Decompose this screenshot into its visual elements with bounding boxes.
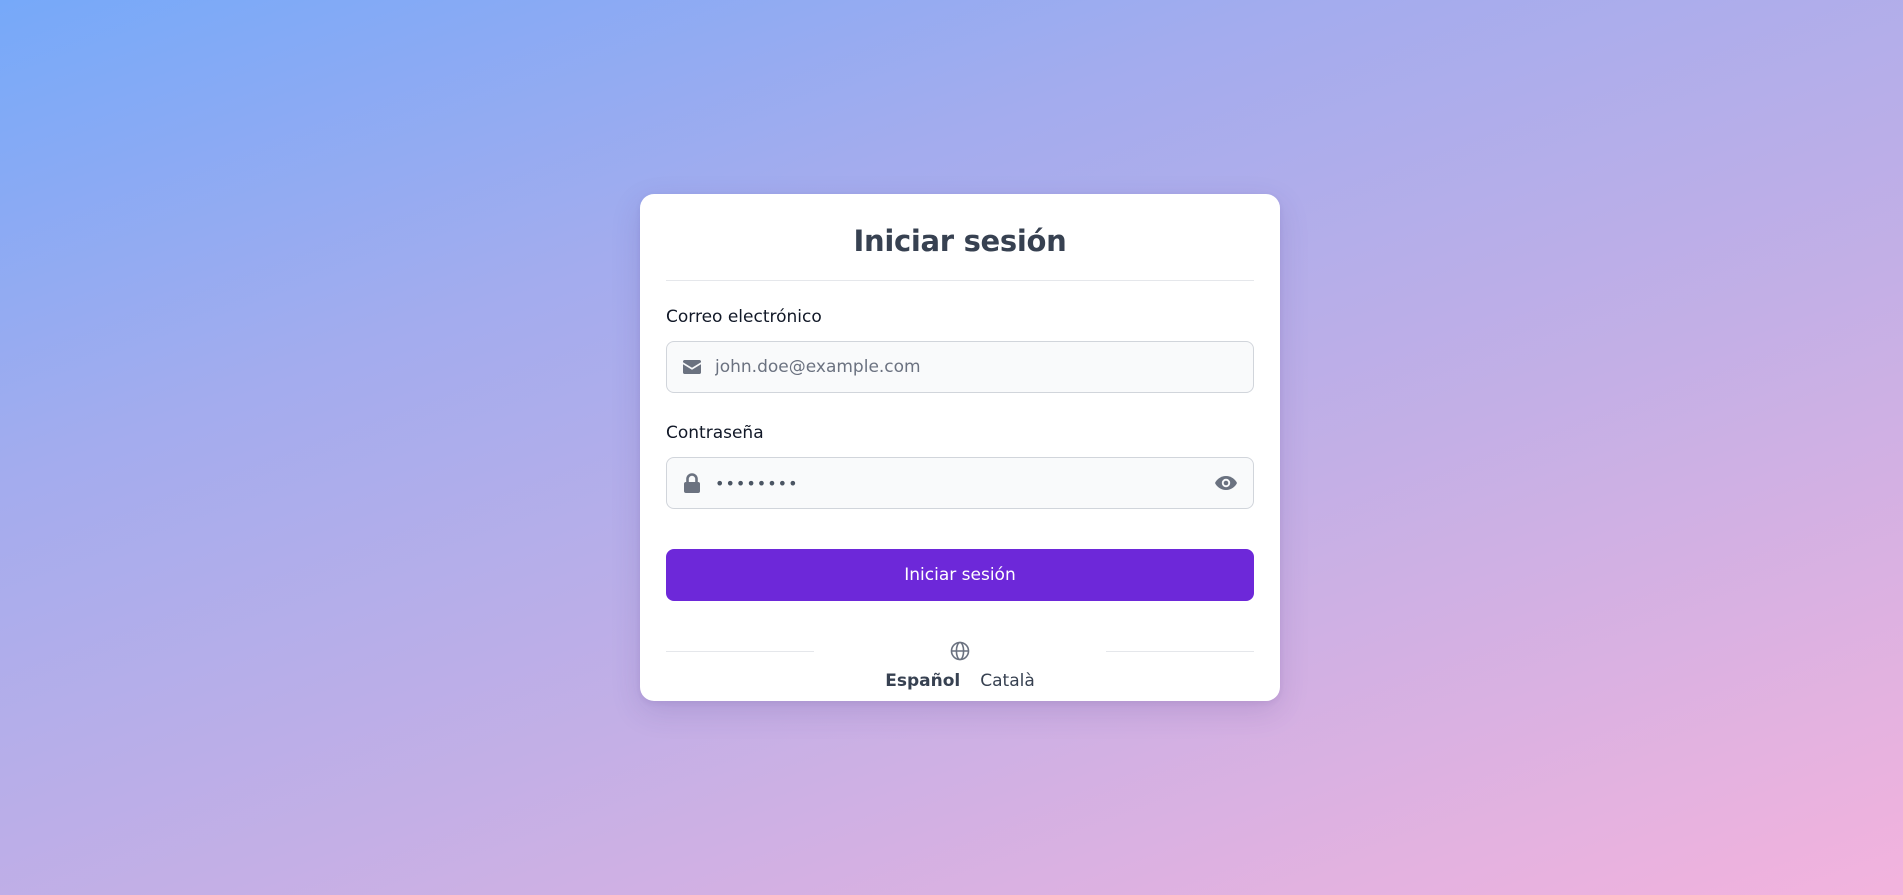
password-label: Contraseña (666, 423, 764, 443)
language-divider-left (666, 651, 814, 652)
password-field-wrapper (666, 457, 1254, 509)
language-divider-right (1106, 651, 1254, 652)
language-selector: Español Català (666, 619, 1254, 691)
page-title: Iniciar sesión (853, 224, 1067, 258)
eye-icon[interactable] (1213, 470, 1239, 496)
language-option-espanol[interactable]: Español (885, 671, 960, 691)
email-field-wrapper (666, 341, 1254, 393)
email-input[interactable] (715, 342, 1239, 392)
envelope-icon (681, 356, 703, 378)
login-card: Iniciar sesión Correo electrónico Contra… (640, 194, 1280, 701)
language-options: Español Català (666, 671, 1254, 691)
title-divider (666, 280, 1254, 281)
globe-icon (950, 641, 970, 661)
login-button[interactable]: Iniciar sesión (666, 549, 1254, 601)
language-option-catala[interactable]: Català (980, 671, 1035, 691)
password-input[interactable] (715, 458, 1213, 508)
email-label: Correo electrónico (666, 307, 822, 327)
lock-icon (681, 472, 703, 494)
